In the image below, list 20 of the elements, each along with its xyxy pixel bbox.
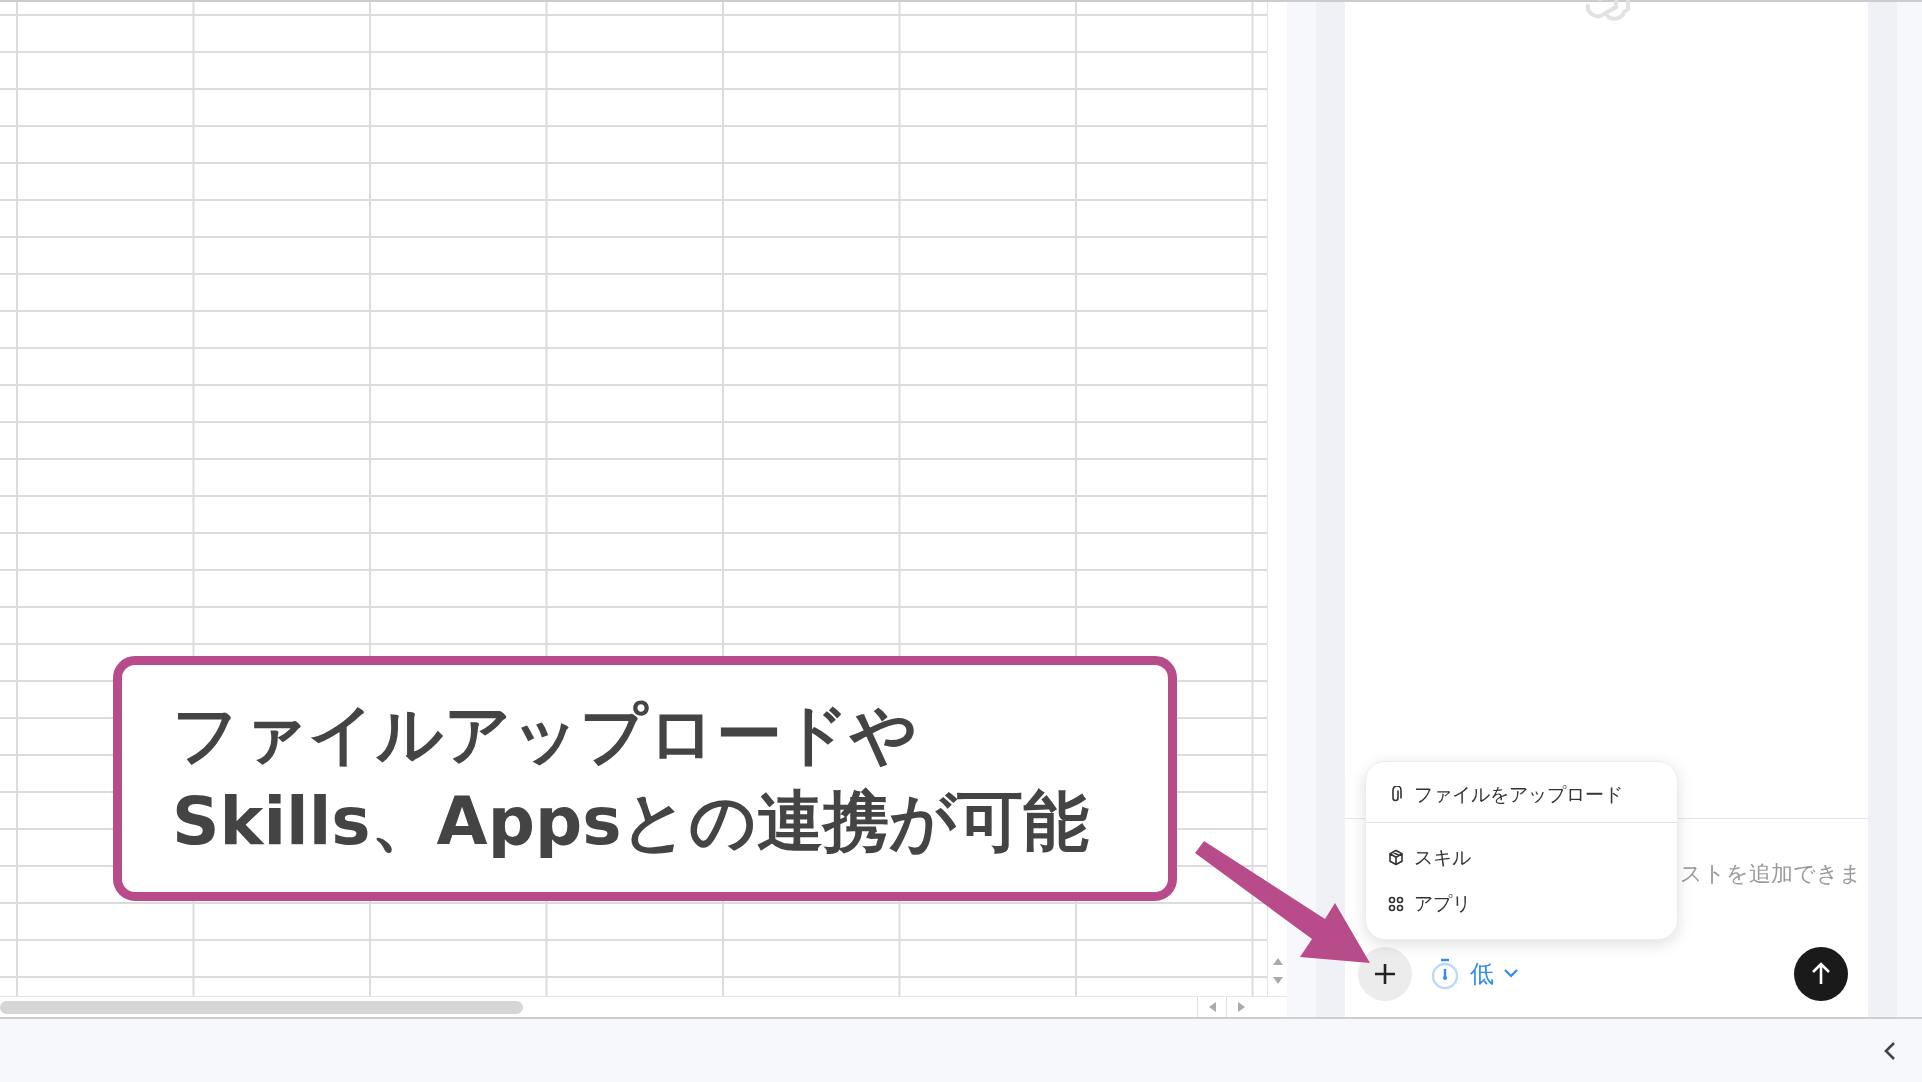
callout-text: Skills、Appsとの連携が可能	[172, 781, 1091, 862]
add-button[interactable]	[1358, 946, 1412, 1001]
arrow-up-icon	[1810, 961, 1832, 986]
scrollbar-thumb[interactable]	[0, 1000, 523, 1014]
chevron-down-icon	[1504, 969, 1518, 978]
chevron-left-icon[interactable]	[1884, 1040, 1896, 1061]
cube-icon	[1388, 849, 1404, 867]
scroll-left-icon[interactable]	[1208, 1002, 1216, 1012]
timer-icon	[1430, 956, 1460, 991]
menu-item[interactable]: スキル	[1366, 835, 1677, 881]
menu-item[interactable]: アプリ	[1366, 881, 1677, 927]
effort-dropdown[interactable]: 低	[1426, 956, 1522, 991]
plus-icon	[1373, 961, 1397, 986]
callout-text: ファイルアップロードや	[172, 695, 919, 775]
apps-icon	[1388, 896, 1404, 912]
send-button[interactable]	[1794, 946, 1848, 1001]
scroll-down-icon[interactable]	[1272, 977, 1283, 984]
menu-item[interactable]: ファイルをアップロード	[1366, 772, 1677, 818]
scroll-right-icon[interactable]	[1237, 1002, 1245, 1012]
scroll-up-icon[interactable]	[1272, 958, 1283, 965]
